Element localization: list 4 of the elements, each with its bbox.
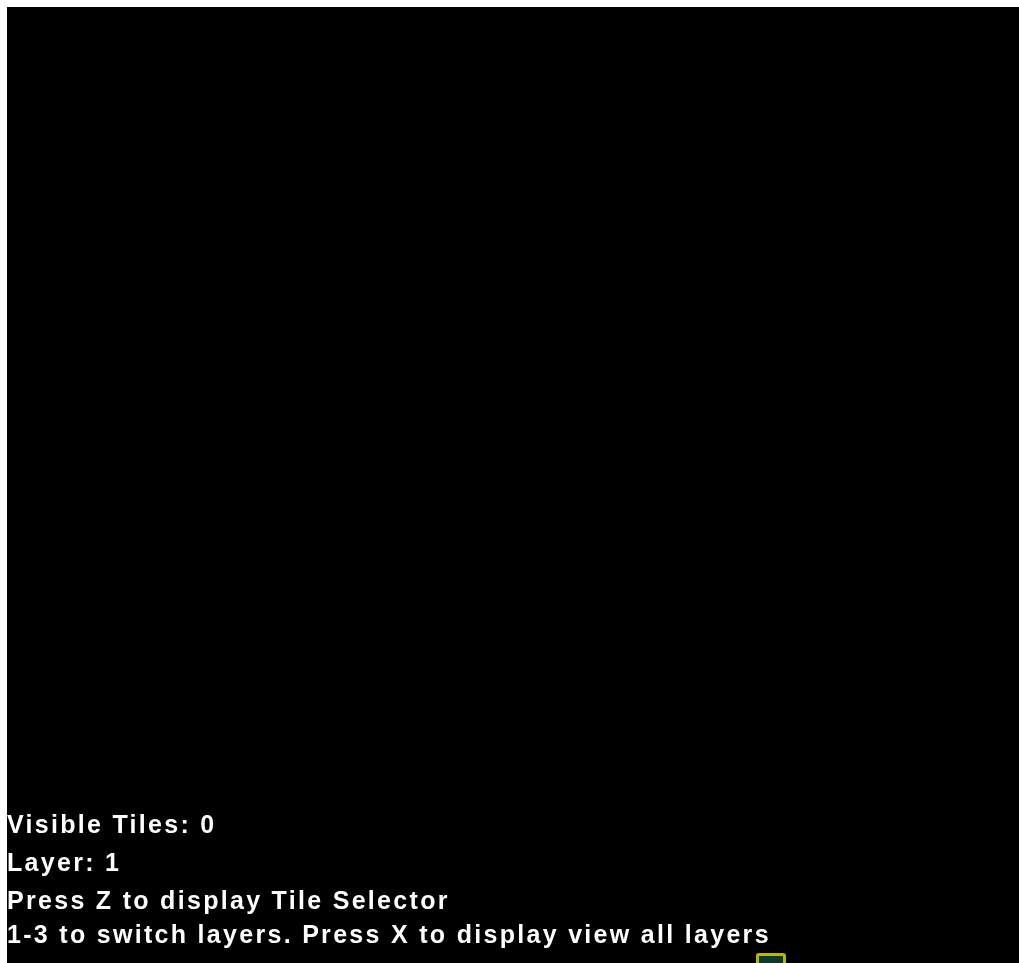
hud-text: 1-3 to switch layers. Press X to display view all layers [7, 919, 772, 949]
hud-text: Press Z to display Tile Selector [7, 885, 451, 916]
hud-text: Layer: 1 [7, 847, 123, 878]
hud-text: Visible Tiles: 0 [7, 809, 218, 840]
